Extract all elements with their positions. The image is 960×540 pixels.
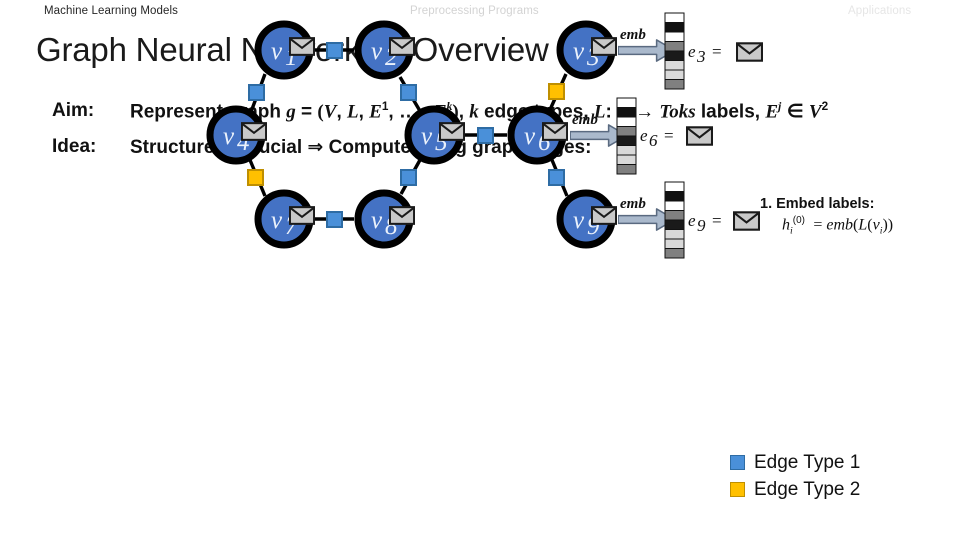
node-v3[interactable]: v 3 xyxy=(556,20,617,80)
node-v1[interactable]: v 1 xyxy=(254,20,315,80)
vector-cell xyxy=(664,181,685,192)
equals-sign-e9: = xyxy=(712,211,722,230)
vector-cell xyxy=(664,22,685,33)
embedding-sub-e3: 3 xyxy=(696,47,706,66)
node-v9-label: v xyxy=(573,207,585,234)
embedding-vector-e9 xyxy=(664,181,685,259)
edge-marker-v5-v6[interactable] xyxy=(477,127,494,144)
node-v8-label: v xyxy=(371,207,383,234)
envelope-icon xyxy=(241,122,267,141)
envelope-icon xyxy=(439,122,465,141)
legend-label-edge-type-2: Edge Type 2 xyxy=(754,478,861,500)
legend-swatch-edge-type-2 xyxy=(730,482,745,497)
edge-marker-v8-v5[interactable] xyxy=(400,169,417,186)
embedding-vector-e6 xyxy=(616,97,637,175)
vector-cell xyxy=(616,107,637,118)
vector-cell xyxy=(664,79,685,90)
envelope-icon xyxy=(733,211,760,231)
vector-cell xyxy=(616,116,637,127)
vector-cell xyxy=(664,229,685,240)
legend-item-edge-type-2: Edge Type 2 xyxy=(730,476,860,503)
graph-nodes: v 1 v 2 v 3 v 4 v 5 v 6 v 7 v 8 v 9 xyxy=(206,20,617,249)
emb-arrow-label-e3: emb xyxy=(620,27,646,43)
vector-cell xyxy=(664,50,685,61)
embedding-sub-e6: 6 xyxy=(649,131,658,150)
vector-cell xyxy=(664,41,685,52)
envelope-icon xyxy=(389,37,415,56)
node-v2-label: v xyxy=(371,38,383,65)
annotation-formula: hi(0) = emb(L(vi)) xyxy=(782,215,894,237)
edge-marker-v6-v9[interactable] xyxy=(548,169,565,186)
vector-cell xyxy=(664,219,685,230)
vector-cell xyxy=(664,200,685,211)
vector-cell xyxy=(664,12,685,23)
node-v5[interactable]: v 5 xyxy=(404,105,465,165)
vector-cell xyxy=(616,145,637,156)
annotation-embed-labels: 1. Embed labels: hi(0) = emb(L(vi)) xyxy=(760,196,960,237)
embedding-row-e9: emb e 9 = xyxy=(618,181,760,259)
equals-sign-e3: = xyxy=(712,42,722,61)
vector-cell xyxy=(664,210,685,221)
vector-cell xyxy=(664,248,685,259)
vector-cell xyxy=(664,191,685,202)
edge-marker-v1-v2[interactable] xyxy=(326,42,343,59)
envelope-icon xyxy=(289,206,315,225)
equals-sign-e6: = xyxy=(664,126,674,145)
envelope-icon xyxy=(736,42,763,62)
node-v2[interactable]: v 2 xyxy=(354,20,415,80)
node-v4-label: v xyxy=(223,123,235,150)
legend-label-edge-type-1: Edge Type 1 xyxy=(754,451,861,473)
emb-arrow-label-e6: emb xyxy=(572,112,598,128)
edge-marker-v4-v7[interactable] xyxy=(247,169,264,186)
legend-item-edge-type-1: Edge Type 1 xyxy=(730,449,860,476)
node-v3-label: v xyxy=(573,38,585,65)
node-v6-label: v xyxy=(524,123,536,150)
edge-marker-v1-v4[interactable] xyxy=(248,84,265,101)
envelope-icon xyxy=(686,126,713,146)
edge-marker-v2-v5[interactable] xyxy=(400,84,417,101)
envelope-icon xyxy=(389,206,415,225)
vector-cell xyxy=(616,135,637,146)
node-v7-label: v xyxy=(271,207,283,234)
edge-marker-v3-v6[interactable] xyxy=(548,83,565,100)
node-v7[interactable]: v 7 xyxy=(254,189,315,249)
embedding-sub-e9: 9 xyxy=(697,216,706,235)
embedding-var-e3: e xyxy=(688,42,696,61)
embedding-row-e3: emb e 3 = xyxy=(618,12,763,90)
vector-cell xyxy=(616,164,637,175)
envelope-icon xyxy=(542,122,568,141)
node-v4[interactable]: v 4 xyxy=(206,105,267,165)
vector-cell xyxy=(616,126,637,137)
vector-cell xyxy=(664,238,685,249)
embedding-var-e6: e xyxy=(640,126,648,145)
slide-root: Machine Learning Models Preprocessing Pr… xyxy=(0,0,960,540)
node-v6[interactable]: v 6 xyxy=(507,105,568,165)
emb-arrow-label-e9: emb xyxy=(620,196,646,212)
envelope-icon xyxy=(591,206,617,225)
legend: Edge Type 1 Edge Type 2 xyxy=(730,449,860,503)
node-v9[interactable]: v 9 xyxy=(556,189,617,249)
embedding-vector-e3 xyxy=(664,12,685,90)
node-v1-label: v xyxy=(271,38,283,65)
embedding-var-e9: e xyxy=(688,211,696,230)
edge-marker-v7-v8[interactable] xyxy=(326,211,343,228)
node-v5-label: v xyxy=(421,123,433,150)
annotation-heading: 1. Embed labels: xyxy=(760,196,875,212)
embedding-row-e6: emb e 6 = xyxy=(570,97,713,175)
legend-swatch-edge-type-1 xyxy=(730,455,745,470)
vector-cell xyxy=(616,97,637,108)
vector-cell xyxy=(664,60,685,71)
vector-cell xyxy=(616,154,637,165)
vector-cell xyxy=(664,31,685,42)
node-v8[interactable]: v 8 xyxy=(354,189,415,249)
envelope-icon xyxy=(289,37,315,56)
vector-cell xyxy=(664,69,685,80)
envelope-icon xyxy=(591,37,617,56)
